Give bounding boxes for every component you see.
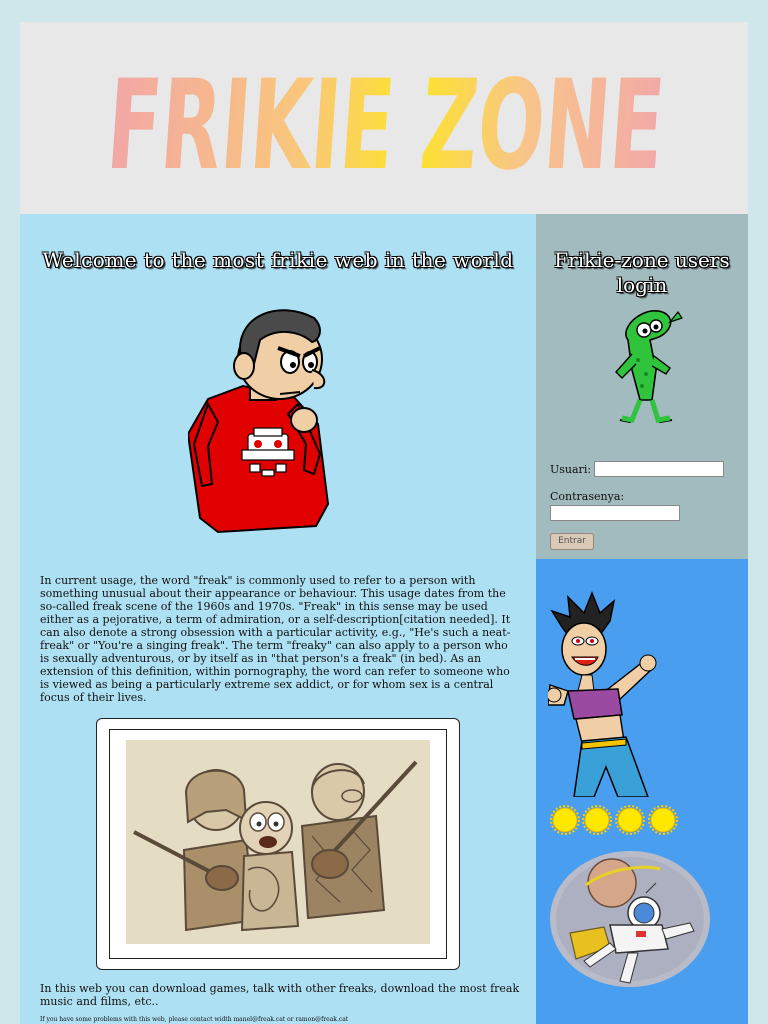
password-label: Contrasenya:	[550, 490, 625, 503]
login-panel: Frikie-zone users login Usuari: Contrase…	[536, 214, 748, 559]
green-alien-icon	[615, 310, 683, 424]
username-input[interactable]	[594, 461, 724, 477]
astronaut-icon	[550, 851, 710, 987]
band-cartoon-image	[126, 740, 430, 944]
photo-inner-border	[109, 729, 447, 959]
angry-geek-cartoon-icon	[188, 309, 330, 534]
download-paragraph: In this web you can download games, talk…	[40, 982, 520, 1008]
sun-icons-row	[550, 805, 678, 835]
punk-girl-cartoon-icon	[548, 591, 657, 797]
logo-text: FRIKIE ZONE	[103, 54, 669, 190]
welcome-title: Welcome to the most frikie web in the wo…	[42, 248, 514, 272]
site-logo: FRIKIE ZONE	[103, 54, 669, 190]
password-input[interactable]	[550, 505, 680, 521]
login-submit-button[interactable]: Entrar	[550, 533, 594, 550]
photo-frame	[96, 718, 460, 970]
intro-paragraph: In current usage, the word "freak" is co…	[40, 574, 511, 704]
sun-icon	[552, 807, 676, 833]
username-label: Usuari:	[550, 463, 592, 476]
header: FRIKIE ZONE	[20, 22, 748, 214]
sidebar-gallery	[536, 559, 748, 1024]
login-title: Frikie-zone users login	[554, 248, 730, 297]
contact-note: If you have some problems with this web,…	[40, 1016, 349, 1023]
page: FRIKIE ZONE Welcome to the most frikie w…	[20, 22, 748, 1024]
main-content: Welcome to the most frikie web in the wo…	[20, 214, 536, 1024]
